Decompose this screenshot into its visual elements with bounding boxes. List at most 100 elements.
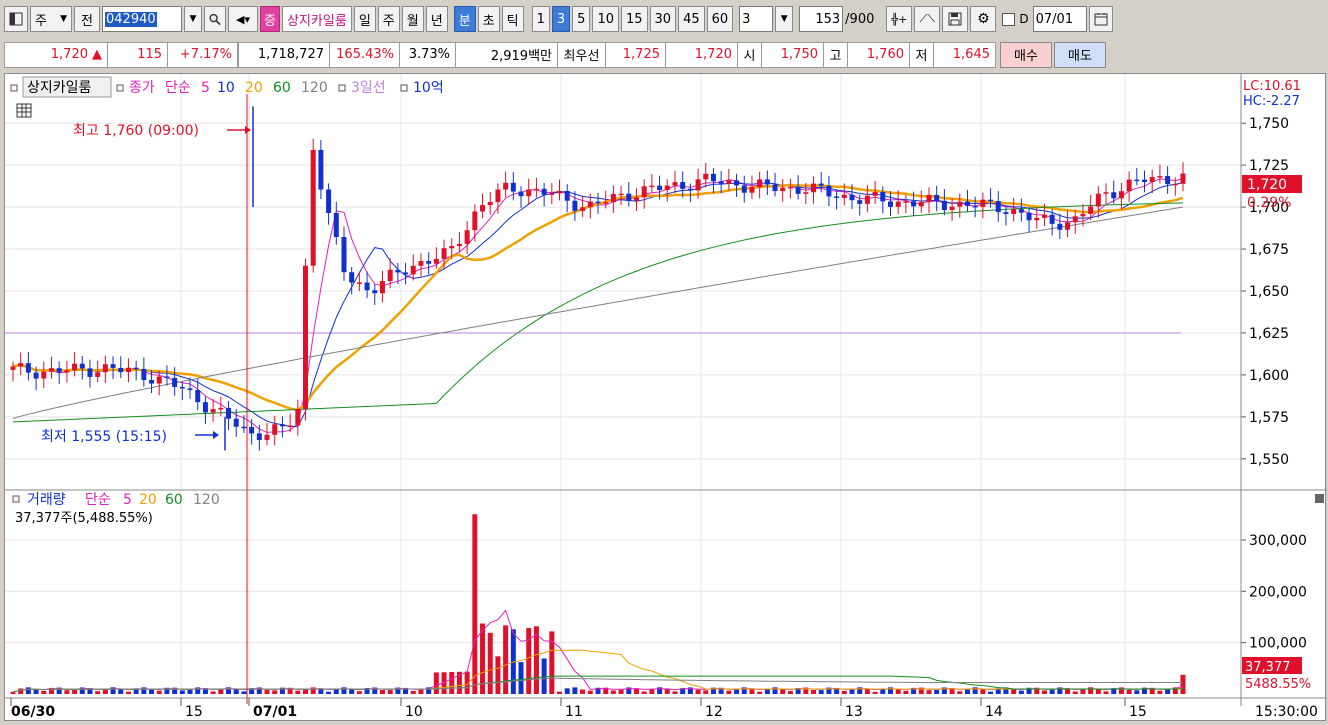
volume-bar — [780, 689, 786, 694]
volume-bar — [1103, 691, 1109, 694]
date-input[interactable]: 07/01 — [1032, 6, 1087, 32]
volume-bar — [10, 691, 16, 694]
legend-line3[interactable]: 3일선 — [351, 80, 386, 96]
legend-ma60[interactable]: 60 — [273, 80, 291, 96]
volume-bar — [349, 689, 355, 694]
volume-bar — [25, 687, 31, 694]
vol-ma5-line — [12, 609, 1184, 693]
candle-body — [503, 182, 509, 190]
candle-body — [649, 185, 655, 188]
period-day[interactable]: 일 — [353, 6, 376, 32]
legend-vol-ma60[interactable]: 60 — [165, 492, 183, 508]
legend-ma5[interactable]: 5 — [201, 80, 210, 96]
calendar-button[interactable] — [1088, 6, 1113, 32]
market2-button[interactable]: 전 — [74, 6, 100, 32]
sound-button[interactable]: ◀▾ — [228, 6, 258, 32]
legend-volume-name[interactable]: 거래량 — [27, 492, 66, 508]
volume-ratio: 165.43% — [330, 41, 400, 68]
volume-bar — [787, 691, 793, 694]
candle-body — [549, 193, 555, 195]
candle-body — [410, 265, 416, 275]
date-checkbox[interactable] — [1002, 12, 1016, 26]
volume-bar — [526, 628, 532, 694]
sell-button[interactable]: 매도 — [1054, 41, 1106, 68]
grid-table-icon[interactable] — [16, 103, 32, 118]
volume-tick-label: 100,000 — [1249, 636, 1307, 652]
stock-name: 상지카일룸 — [287, 13, 347, 29]
interval-value-input[interactable]: 3 — [739, 6, 774, 32]
legend-name: 상지카일룸 — [27, 80, 92, 96]
candle-body — [880, 192, 886, 202]
settings-button[interactable]: ⚙ — [970, 6, 997, 32]
candle-body — [1157, 176, 1163, 178]
search-button[interactable] — [204, 6, 226, 32]
stock-code-input[interactable]: 042940 — [102, 6, 182, 32]
volume-bar — [580, 689, 586, 694]
vol-tag: 37,377 — [1245, 660, 1291, 675]
period-month[interactable]: 월 — [401, 6, 424, 32]
volume-bar — [664, 688, 670, 694]
volume-bar — [102, 689, 108, 694]
code-dropdown-button[interactable]: ▼ — [184, 6, 202, 32]
candle-body — [195, 390, 201, 403]
volume-tick-label: 300,000 — [1249, 533, 1307, 549]
candle-body — [102, 364, 108, 373]
stock-chart[interactable]: 1,7501,7251,7001,6751,6501,6251,6001,575… — [5, 74, 1327, 722]
candle-body — [464, 230, 470, 244]
interval-5[interactable]: 5 — [572, 6, 591, 32]
badge-text: 증 — [264, 13, 276, 29]
candle-body — [834, 196, 840, 198]
candle-body — [241, 426, 247, 429]
interval-10[interactable]: 10 — [592, 6, 619, 32]
pct-tag: 0.29% — [1247, 195, 1291, 211]
volume-bars — [10, 514, 1186, 694]
interval-30[interactable]: 30 — [649, 6, 677, 32]
interval-3[interactable]: 3 — [551, 6, 571, 32]
interval-45[interactable]: 45 — [678, 6, 705, 32]
legend-vol-ma5[interactable]: 5 — [123, 492, 132, 508]
period-year[interactable]: 년 — [425, 6, 448, 32]
low-value: 1,645 — [934, 41, 996, 68]
legend-ma20[interactable]: 20 — [245, 80, 263, 96]
buy-button[interactable]: 매수 — [1000, 41, 1052, 68]
legend-vol-ma120[interactable]: 120 — [193, 492, 220, 508]
chart-area[interactable]: 1,750 1,725 1,700 1,675 1,650 1,625 1,600 1,575… — [4, 73, 1327, 722]
unit-tick[interactable]: 틱 — [501, 6, 524, 32]
volume-bar — [695, 689, 701, 694]
period-week[interactable]: 주 — [377, 6, 400, 32]
legend-vol-ma20[interactable]: 20 — [139, 492, 157, 508]
interval-1[interactable]: 1 — [531, 6, 550, 32]
candle-body — [1057, 223, 1063, 230]
window-menu-icon[interactable] — [4, 6, 28, 32]
legend-close-label[interactable]: 종가 — [129, 80, 155, 96]
unit-second[interactable]: 초 — [477, 6, 500, 32]
draw-tool-button[interactable]: ⟋⟍ — [914, 6, 941, 32]
market-select[interactable]: 주 ▼ — [30, 6, 72, 32]
close-panel-icon[interactable] — [1315, 494, 1324, 503]
candle-body — [187, 388, 193, 391]
price-tag: 1,720 — [1247, 177, 1287, 193]
search-icon — [209, 13, 221, 25]
legend-amount[interactable]: 10억 — [413, 80, 444, 96]
indicator-add-button[interactable]: ╬+ — [886, 6, 913, 32]
candle-body — [541, 188, 547, 195]
count-input[interactable]: 153 — [799, 6, 844, 32]
save-button[interactable] — [942, 6, 969, 32]
volume-info: 37,377주(5,488.55%) — [15, 511, 153, 526]
candle-body — [125, 367, 131, 373]
time-tick-label: 13 — [845, 704, 863, 720]
interval-dropdown[interactable]: ▼ — [775, 6, 794, 32]
trade-amount: 2,919백만 — [456, 41, 558, 68]
interval-60[interactable]: 60 — [706, 6, 734, 32]
time-tick-label: 11 — [565, 704, 583, 720]
time-tick-label: 06/30 — [11, 704, 55, 720]
candle-body — [1026, 212, 1032, 221]
interval-15[interactable]: 15 — [620, 6, 648, 32]
candle-body — [310, 149, 316, 266]
legend-ma10[interactable]: 10 — [217, 80, 235, 96]
legend-ma120[interactable]: 120 — [301, 80, 328, 96]
candle-body — [41, 371, 47, 379]
candle-body — [1142, 179, 1148, 182]
unit-minute[interactable]: 분 — [453, 6, 476, 32]
candle-body — [734, 180, 740, 186]
